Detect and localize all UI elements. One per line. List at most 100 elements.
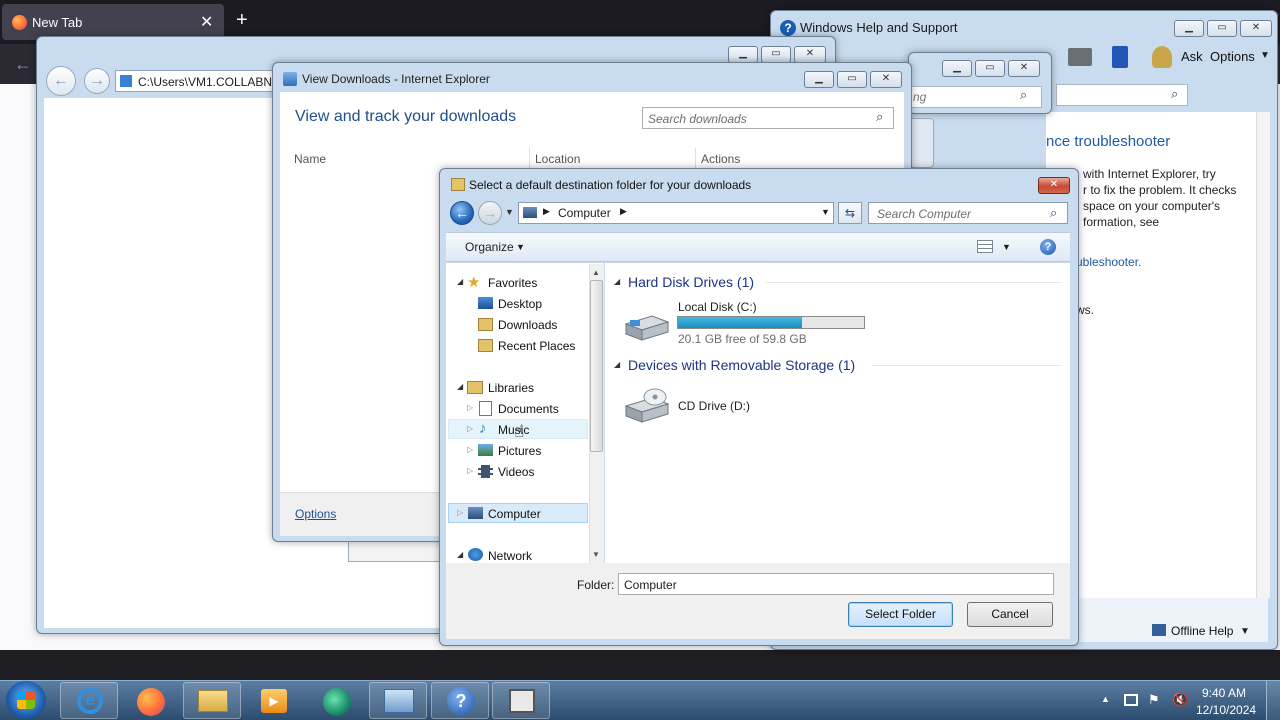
maximize-button[interactable]: ▭ (975, 60, 1005, 77)
organize-menu[interactable]: Organize (465, 240, 514, 254)
close-button[interactable]: ✕ (794, 46, 826, 63)
expand-arrow-icon[interactable]: ▷ (467, 466, 473, 475)
local-disk-name[interactable]: Local Disk (C:) (678, 300, 757, 314)
ask-icon[interactable] (1152, 46, 1172, 68)
close-button[interactable]: ✕ (870, 71, 902, 88)
column-header-location[interactable]: Location (535, 152, 580, 166)
nav-downloads[interactable]: Downloads (498, 318, 557, 332)
search-icon[interactable]: ⌕ (1171, 86, 1178, 102)
minimize-button[interactable]: ▁ (942, 60, 972, 77)
start-button[interactable] (6, 681, 46, 719)
help-troubleshooter-link[interactable]: ubleshooter. (1076, 255, 1141, 269)
show-hidden-icons-chevron[interactable]: ▲ (1101, 694, 1110, 704)
column-header-name[interactable]: Name (294, 152, 326, 166)
scroll-up-icon[interactable]: ▲ (592, 268, 600, 277)
search-icon[interactable]: ⌕ (1020, 87, 1027, 103)
folder-field[interactable]: Computer (618, 573, 1054, 595)
chevron-down-icon[interactable]: ▼ (1002, 242, 1011, 252)
expand-arrow-icon[interactable]: ◢ (457, 382, 463, 391)
clock-date[interactable]: 12/10/2024 (1196, 703, 1256, 717)
search-icon[interactable]: ⌕ (876, 109, 883, 125)
taskbar-control-panel-button[interactable] (369, 682, 427, 719)
help-scrollbar[interactable] (1256, 112, 1270, 598)
taskbar-explorer-button[interactable] (183, 682, 241, 719)
help-search-input[interactable] (1056, 84, 1188, 106)
maximize-button[interactable]: ▭ (761, 46, 791, 63)
recent-pages-chevron-icon[interactable]: ▼ (505, 207, 514, 217)
hard-disk-drives-header[interactable]: Hard Disk Drives (1) (628, 274, 754, 290)
nav-desktop[interactable]: Desktop (498, 297, 542, 311)
removable-storage-header[interactable]: Devices with Removable Storage (1) (628, 357, 855, 373)
taskbar-app-button[interactable] (307, 682, 365, 719)
close-button[interactable]: ✕ (1038, 177, 1070, 194)
maximize-button[interactable]: ▭ (837, 71, 867, 88)
expand-arrow-icon[interactable]: ▷ (467, 424, 473, 433)
cd-drive-icon[interactable] (622, 388, 670, 424)
action-center-flag-icon[interactable]: ⚑ (1148, 692, 1160, 708)
nav-favorites[interactable]: Favorites (488, 276, 537, 290)
view-options-icon[interactable] (977, 240, 993, 253)
tab-close-icon[interactable]: ✕ (200, 12, 213, 32)
refresh-icon[interactable]: ⇆ (838, 202, 862, 224)
options-menu[interactable]: Options (1210, 49, 1255, 64)
minimize-button[interactable]: ▁ (1174, 20, 1204, 37)
search-computer-input[interactable]: Search Computer (868, 202, 1068, 224)
collapse-arrow-icon[interactable]: ◢ (614, 277, 620, 286)
local-disk-icon[interactable] (622, 308, 670, 344)
taskbar-help-button[interactable]: ? (431, 682, 489, 719)
cancel-button[interactable]: Cancel (967, 602, 1053, 627)
nav-recent-places[interactable]: Recent Places (498, 339, 575, 353)
back-arrow-icon[interactable]: ← (450, 201, 474, 225)
taskbar-dialog-button[interactable] (492, 682, 550, 719)
browse-help-icon[interactable] (1112, 46, 1128, 68)
nav-libraries[interactable]: Libraries (488, 381, 534, 395)
column-header-actions[interactable]: Actions (701, 152, 740, 166)
options-link[interactable]: Options (295, 507, 336, 521)
clock-time[interactable]: 9:40 AM (1196, 686, 1252, 700)
select-folder-button[interactable]: Select Folder (848, 602, 953, 627)
forward-arrow-icon[interactable]: → (84, 68, 110, 94)
nav-documents[interactable]: Documents (498, 402, 559, 416)
volume-muted-icon[interactable]: 🔇 (1172, 692, 1188, 708)
search-downloads-input[interactable]: Search downloads (642, 107, 894, 129)
expand-arrow-icon[interactable]: ▷ (457, 508, 463, 517)
ie-back-caption-buttons: ▁ ▭ ✕ (728, 46, 826, 63)
close-button[interactable]: ✕ (1240, 20, 1272, 37)
taskbar-media-button[interactable]: ▶ (244, 682, 302, 719)
taskbar-firefox-button[interactable] (121, 682, 179, 719)
print-icon[interactable] (1068, 48, 1092, 66)
new-tab-button[interactable]: + (236, 9, 248, 32)
search-icon[interactable]: ⌕ (1050, 205, 1057, 221)
expand-arrow-icon[interactable]: ▷ (467, 445, 473, 454)
minimize-button[interactable]: ▁ (804, 71, 834, 88)
scroll-down-icon[interactable]: ▼ (592, 550, 600, 559)
maximize-button[interactable]: ▭ (1207, 20, 1237, 37)
expand-arrow-icon[interactable]: ◢ (457, 277, 463, 286)
firefox-tab-new-tab[interactable]: New Tab ✕ (2, 4, 224, 40)
back-arrow-icon[interactable]: ← (46, 66, 76, 96)
nav-network[interactable]: Network (488, 549, 532, 563)
network-tray-icon[interactable] (1124, 694, 1138, 706)
help-icon[interactable]: ? (1040, 239, 1056, 255)
expand-arrow-icon[interactable]: ▷ (467, 403, 473, 412)
nav-videos[interactable]: Videos (498, 465, 534, 479)
nav-pictures[interactable]: Pictures (498, 444, 541, 458)
cd-drive-name[interactable]: CD Drive (D:) (678, 399, 750, 413)
collapse-arrow-icon[interactable]: ◢ (614, 360, 620, 369)
ask-button[interactable]: Ask (1181, 49, 1203, 64)
close-button[interactable]: ✕ (1008, 60, 1040, 77)
breadcrumb-arrow-icon[interactable]: ▶ (620, 206, 627, 217)
breadcrumb-computer[interactable]: Computer (558, 206, 611, 220)
back-arrow-icon[interactable]: ← (14, 54, 32, 75)
offline-help-button[interactable]: Offline Help (1171, 624, 1233, 638)
nav-computer[interactable]: Computer (488, 507, 541, 521)
show-desktop-button[interactable] (1266, 681, 1280, 720)
forward-arrow-icon[interactable]: → (478, 201, 502, 225)
minimize-button[interactable]: ▁ (728, 46, 758, 63)
ie-address-bar[interactable]: C:\Users\VM1.COLLABNE (115, 70, 275, 92)
address-dropdown-icon[interactable]: ▼ (821, 207, 830, 217)
breadcrumb-arrow-icon[interactable]: ▶ (543, 206, 550, 217)
expand-arrow-icon[interactable]: ◢ (457, 550, 463, 559)
taskbar-ie-button[interactable]: e (60, 682, 118, 719)
nav-scrollbar-thumb[interactable] (590, 280, 603, 452)
